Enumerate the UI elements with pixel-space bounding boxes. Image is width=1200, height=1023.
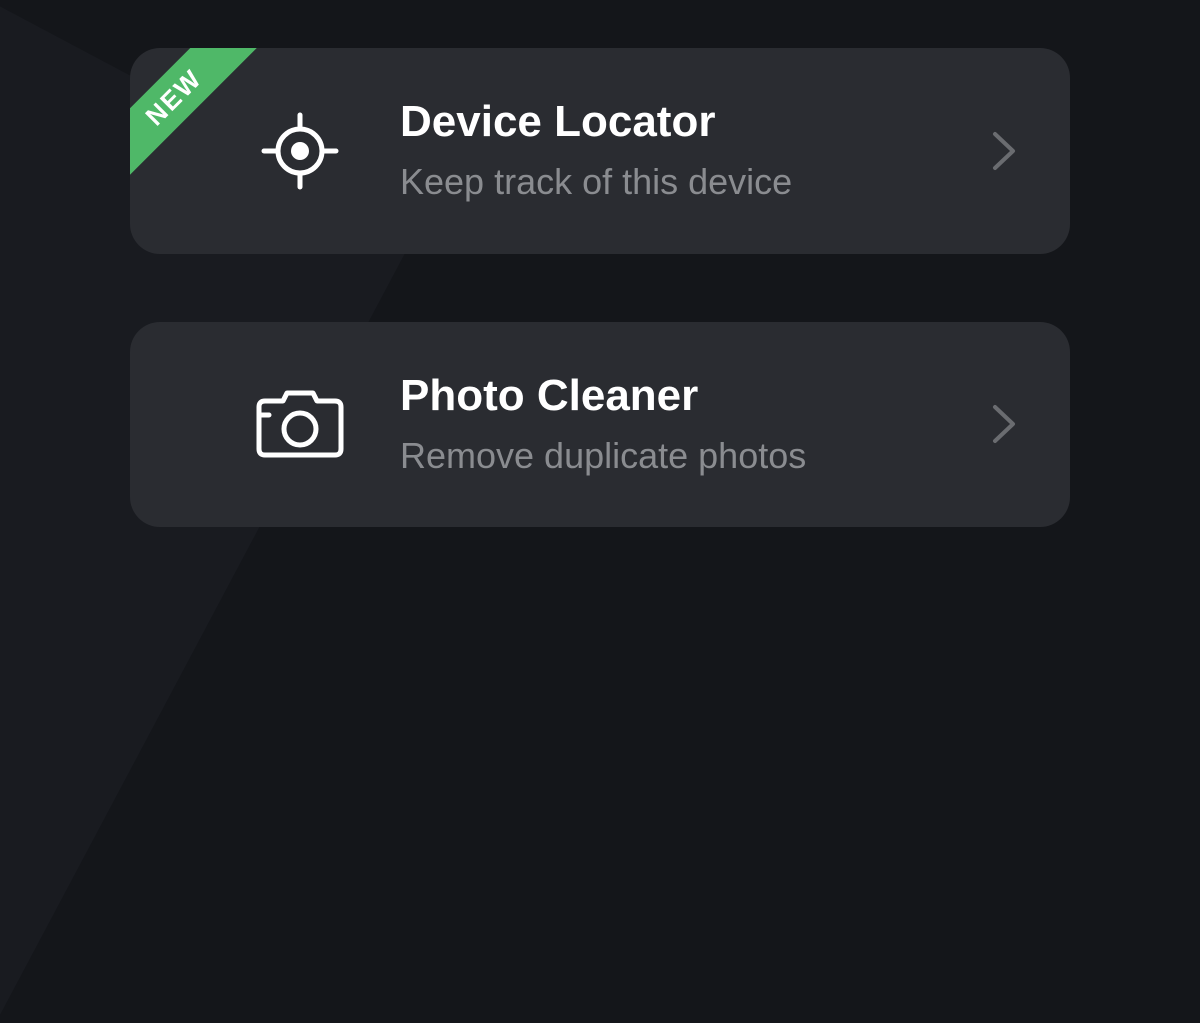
chevron-right-icon	[984, 131, 1024, 171]
new-badge: NEW	[130, 48, 261, 185]
card-subtitle: Keep track of this device	[400, 160, 984, 203]
card-title: Device Locator	[400, 98, 984, 146]
card-subtitle: Remove duplicate photos	[400, 434, 984, 477]
chevron-right-icon	[984, 404, 1024, 444]
device-locator-card[interactable]: NEW Device Locator Keep track of this de…	[130, 48, 1070, 254]
crosshair-icon	[250, 101, 350, 201]
camera-icon	[250, 374, 350, 474]
card-title: Photo Cleaner	[400, 372, 984, 420]
photo-cleaner-card[interactable]: Photo Cleaner Remove duplicate photos	[130, 322, 1070, 528]
card-list: NEW Device Locator Keep track of this de…	[0, 0, 1200, 527]
card-text: Device Locator Keep track of this device	[400, 98, 984, 204]
card-text: Photo Cleaner Remove duplicate photos	[400, 372, 984, 478]
